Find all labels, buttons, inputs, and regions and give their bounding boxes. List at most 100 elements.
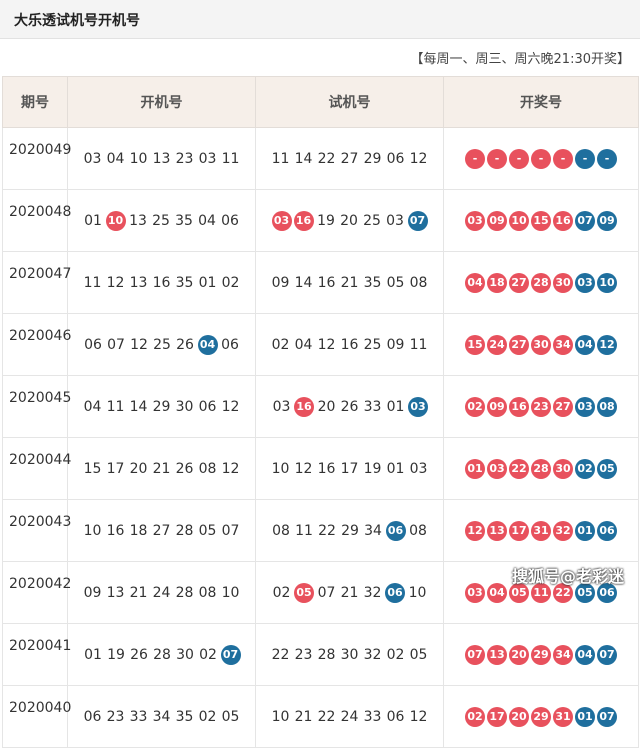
number: 01 xyxy=(83,213,104,229)
red-ball: 09 xyxy=(487,397,507,417)
number: 25 xyxy=(362,213,383,229)
number: 12 xyxy=(408,151,429,167)
number: 22 xyxy=(317,523,338,539)
number: 12 xyxy=(408,709,429,725)
number: 12 xyxy=(129,337,150,353)
number: 33 xyxy=(128,709,149,725)
number: 06 xyxy=(385,709,406,725)
open-numbers-cell: 09132124280810 xyxy=(68,562,256,624)
red-ball: 03 xyxy=(487,459,507,479)
number: 12 xyxy=(293,461,314,477)
period-cell: 2020044 xyxy=(3,438,68,500)
number: 30 xyxy=(339,647,360,663)
number: 11 xyxy=(270,151,291,167)
number: 27 xyxy=(339,151,360,167)
draw-numbers-cell: 02172029310107 xyxy=(444,686,639,748)
table-row: 2020048011013253504060316192025030703091… xyxy=(3,190,639,252)
red-ball: 10 xyxy=(106,211,126,231)
open-numbers-cell: 06233334350205 xyxy=(68,686,256,748)
number: 18 xyxy=(128,523,149,539)
number: 04 xyxy=(82,399,103,415)
number: 19 xyxy=(362,461,383,477)
number: 02 xyxy=(198,647,219,663)
red-ball: 29 xyxy=(531,707,551,727)
number: 06 xyxy=(220,337,241,353)
column-header-period: 期号 xyxy=(3,77,68,128)
open-numbers-cell: 15172021260812 xyxy=(68,438,256,500)
number: 10 xyxy=(220,585,241,601)
period-cell: 2020048 xyxy=(3,190,68,252)
number: 25 xyxy=(152,337,173,353)
number: 21 xyxy=(339,275,360,291)
number: 29 xyxy=(340,523,361,539)
blue-ball: 03 xyxy=(575,397,595,417)
red-ball: - xyxy=(553,149,573,169)
number: 11 xyxy=(105,399,126,415)
column-header-open-numbers: 开机号 xyxy=(68,77,256,128)
number: 22 xyxy=(316,151,337,167)
number: 15 xyxy=(82,461,103,477)
open-numbers-cell: 11121316350102 xyxy=(68,252,256,314)
period-cell: 2020045 xyxy=(3,376,68,438)
number: 06 xyxy=(385,151,406,167)
blue-ball: 01 xyxy=(575,707,595,727)
blue-ball: 06 xyxy=(385,583,405,603)
number: 33 xyxy=(362,399,383,415)
number: 21 xyxy=(293,709,314,725)
number: 26 xyxy=(129,647,150,663)
number: 12 xyxy=(220,461,241,477)
period-cell: 2020043 xyxy=(3,500,68,562)
draw-numbers-cell: 12131731320106 xyxy=(444,500,639,562)
number: 01 xyxy=(385,399,406,415)
red-ball: 04 xyxy=(465,273,485,293)
number: 04 xyxy=(293,337,314,353)
red-ball: 34 xyxy=(553,645,573,665)
number: 34 xyxy=(151,709,172,725)
number: 10 xyxy=(407,585,428,601)
trial-numbers-cell: 22232830320205 xyxy=(256,624,444,686)
number: 16 xyxy=(316,461,337,477)
blue-ball: 04 xyxy=(575,645,595,665)
red-ball: - xyxy=(465,149,485,169)
number: 27 xyxy=(151,523,172,539)
red-ball: - xyxy=(487,149,507,169)
number: 30 xyxy=(175,647,196,663)
number: 26 xyxy=(174,461,195,477)
number: 09 xyxy=(82,585,103,601)
number: 16 xyxy=(105,523,126,539)
red-ball: 22 xyxy=(509,459,529,479)
number: 13 xyxy=(128,275,149,291)
red-ball: 02 xyxy=(465,397,485,417)
table-header-row: 期号 开机号 试机号 开奖号 xyxy=(3,77,639,128)
red-ball: 05 xyxy=(294,583,314,603)
blue-ball: - xyxy=(597,149,617,169)
blue-ball: 01 xyxy=(575,521,595,541)
number: 24 xyxy=(151,585,172,601)
number: 20 xyxy=(339,213,360,229)
red-ball: - xyxy=(509,149,529,169)
number: 28 xyxy=(316,647,337,663)
red-ball: 03 xyxy=(465,211,485,231)
number: 13 xyxy=(105,585,126,601)
draw-numbers-cell: 02091623270308 xyxy=(444,376,639,438)
number: 28 xyxy=(152,647,173,663)
red-ball: 28 xyxy=(531,273,551,293)
number: 23 xyxy=(105,709,126,725)
draw-numbers-cell: 04182728300310 xyxy=(444,252,639,314)
draw-schedule: 【每周一、周三、周六晚21:30开奖】 xyxy=(411,48,630,67)
blue-ball: 06 xyxy=(597,521,617,541)
number: 05 xyxy=(220,709,241,725)
table-row: 2020047111213163501020914162135050804182… xyxy=(3,252,639,314)
number: 06 xyxy=(83,337,104,353)
number: 12 xyxy=(105,275,126,291)
blue-ball: 09 xyxy=(597,211,617,231)
number: 04 xyxy=(105,151,126,167)
number: 11 xyxy=(408,337,429,353)
period-cell: 2020042 xyxy=(3,562,68,624)
number: 05 xyxy=(408,647,429,663)
red-ball: 20 xyxy=(509,645,529,665)
table-row: 2020044151720212608121012161719010301032… xyxy=(3,438,639,500)
number: 26 xyxy=(175,337,196,353)
number: 02 xyxy=(220,275,241,291)
number: 07 xyxy=(106,337,127,353)
